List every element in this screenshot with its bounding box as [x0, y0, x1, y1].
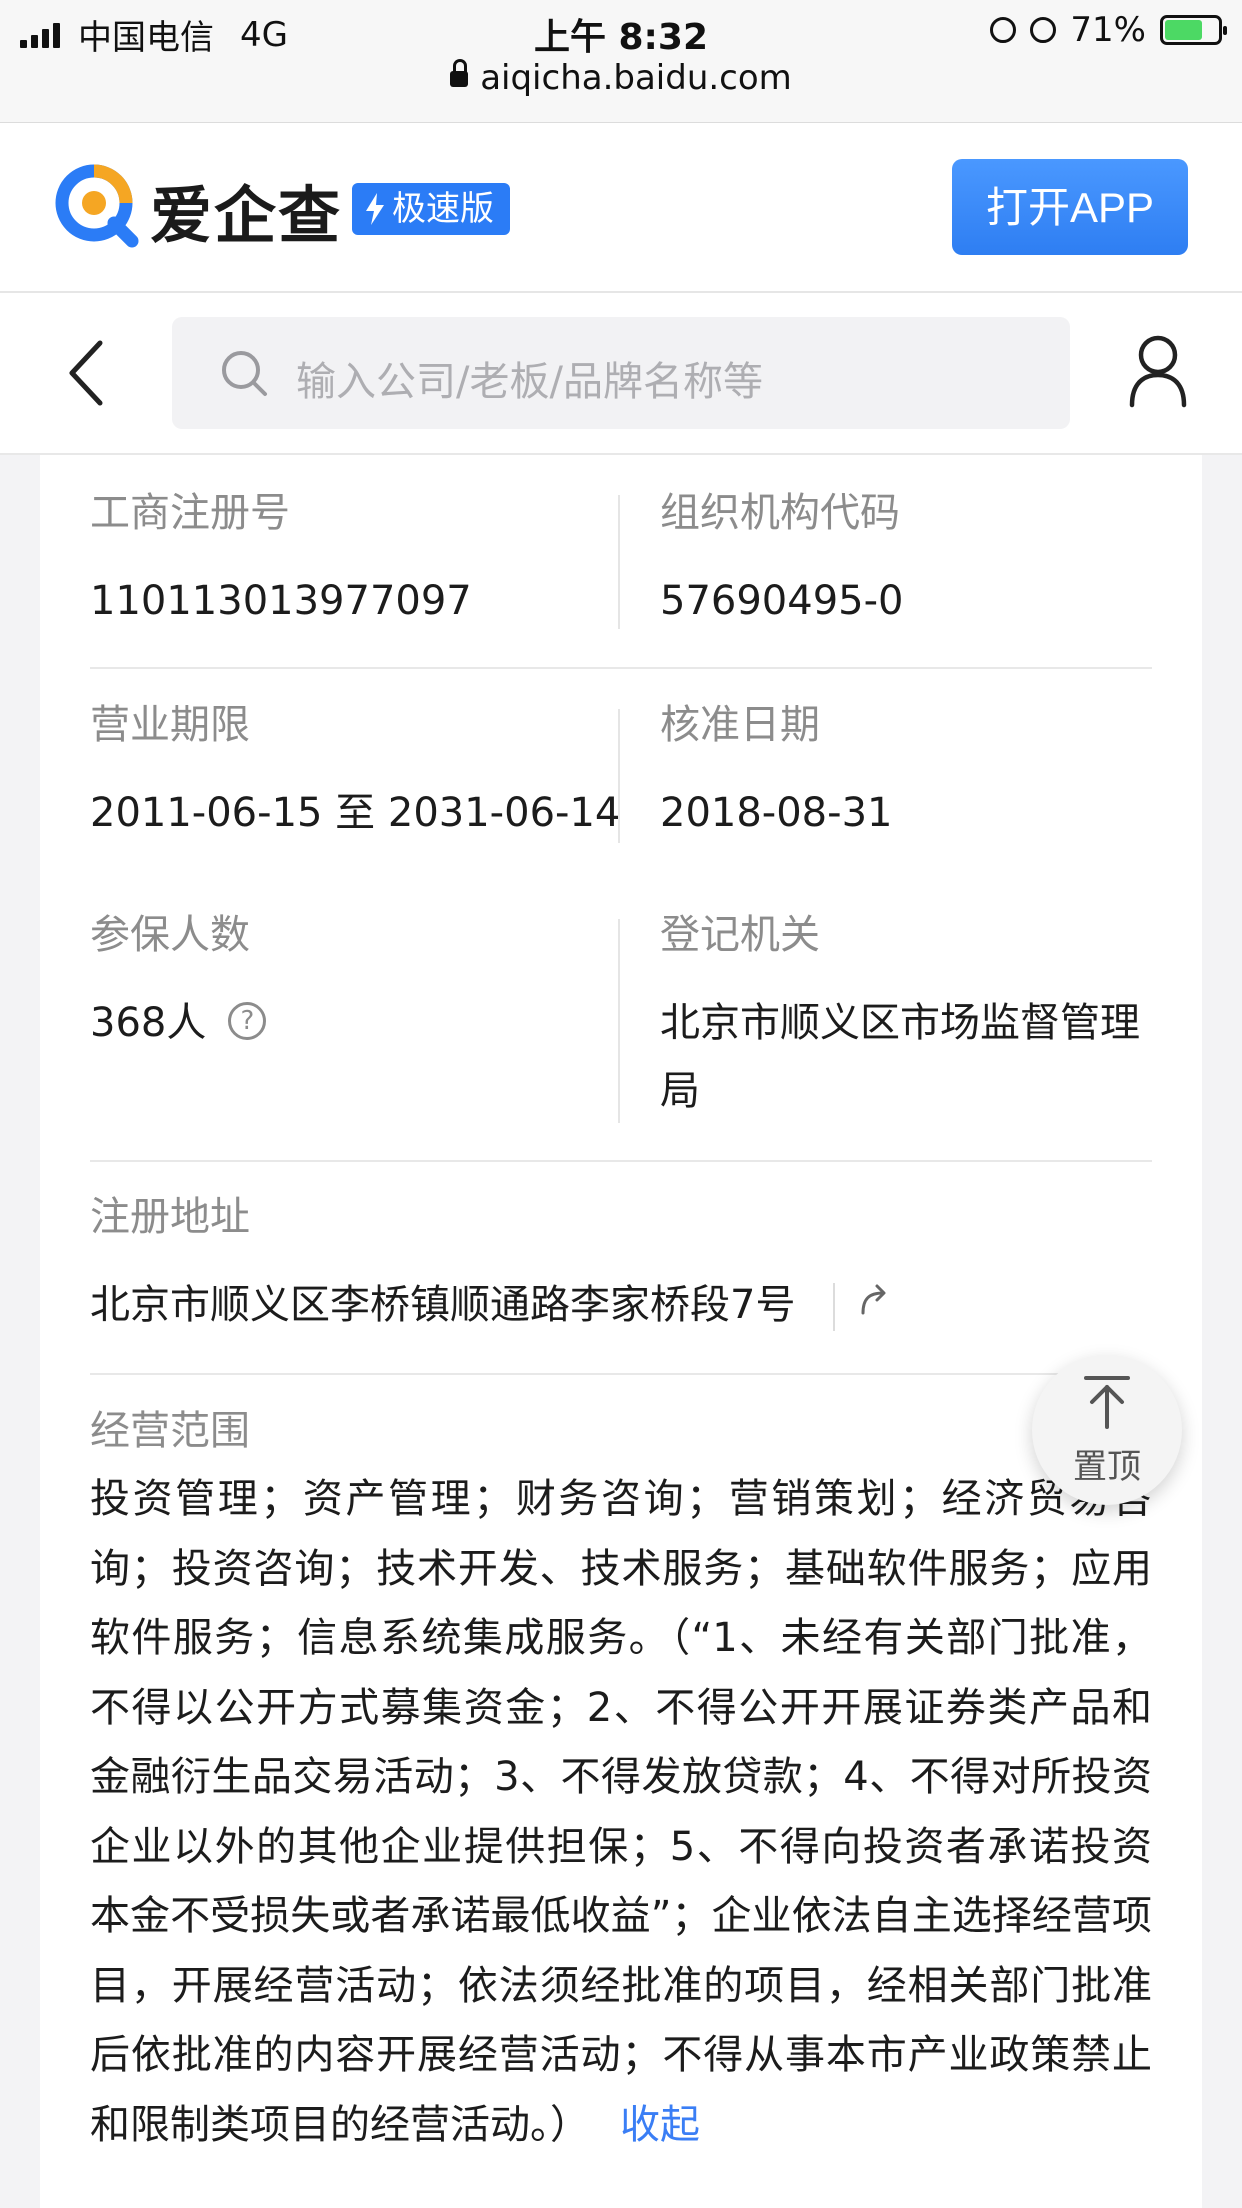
alarm-icon: [1030, 17, 1057, 43]
field-label: 参保人数: [90, 912, 250, 958]
address-value-line: 北京市顺义区李桥镇顺通路李家桥段7号: [90, 1271, 1152, 1339]
field-label: 核准日期: [660, 702, 820, 748]
speed-badge-label: 极速版: [392, 189, 494, 229]
field-value: 110113013977097: [90, 578, 472, 624]
speed-badge: 极速版: [352, 183, 510, 235]
field-value: 57690495-0: [660, 578, 904, 624]
url-bar[interactable]: aiqicha.baidu.com: [0, 58, 1242, 98]
battery-percent: 71%: [1070, 10, 1146, 50]
field-approve-date: 核准日期 2018-08-31: [660, 701, 892, 847]
logo-text: 爱企查: [150, 179, 343, 252]
app-header: 爱企查 极速版 打开APP: [0, 123, 1242, 293]
user-icon[interactable]: [1128, 333, 1188, 409]
field-value: 368人?: [90, 989, 267, 1057]
field-org-code: 组织机构代码 57690495-0: [660, 489, 903, 635]
scope-text: 投资管理；资产管理；财务咨询；营销策划；经济贸易咨询；投资咨询；技术开发、技术服…: [90, 1465, 1152, 2160]
back-arrow-icon[interactable]: [60, 337, 116, 409]
info-row-scope: 经营范围 投资管理；资产管理；财务咨询；营销策划；经济贸易咨询；投资咨询；技术开…: [90, 1407, 1152, 2160]
field-authority: 登记机关 北京市顺义区市场监督管理局: [660, 911, 1140, 1125]
open-app-button[interactable]: 打开APP: [952, 159, 1188, 255]
field-label: 工商注册号: [90, 490, 290, 536]
battery-fill: [1165, 20, 1202, 40]
field-label: 登记机关: [660, 912, 820, 958]
field-value: 北京市顺义区市场监督管理局: [660, 1000, 1140, 1114]
logo-icon: [55, 164, 139, 248]
share-icon[interactable]: [855, 1281, 891, 1317]
field-label: 经营范围: [90, 1408, 250, 1454]
field-label: 营业期限: [90, 702, 250, 748]
search-icon: [222, 351, 267, 396]
field-value: 2011-06-15 至 2031-06-14: [90, 790, 621, 836]
lightning-icon: [366, 193, 384, 225]
address-separator: [833, 1283, 836, 1331]
field-reg-no: 工商注册号 110113013977097: [90, 489, 472, 635]
status-bar: 中国电信 4G 上午 8:32 aiqicha.baidu.com 71%: [0, 0, 1242, 123]
rotation-lock-icon: [990, 17, 1017, 43]
url-text: aiqicha.baidu.com: [480, 58, 792, 98]
row-divider: [90, 667, 1152, 669]
lock-icon: [450, 59, 469, 87]
arrow-up-icon: [1084, 1376, 1130, 1429]
info-row-address: 注册地址 北京市顺义区李桥镇顺通路李家桥段7号: [90, 1193, 1152, 1339]
search-input[interactable]: 输入公司/老板/品牌名称等: [172, 317, 1070, 429]
row-divider: [90, 1373, 1152, 1375]
row-divider: [90, 1160, 1152, 1162]
status-right: 71%: [990, 10, 1227, 50]
search-placeholder: 输入公司/老板/品牌名称等: [296, 359, 763, 405]
collapse-link[interactable]: 收起: [620, 2102, 700, 2148]
back-to-top-button[interactable]: 置顶: [1032, 1355, 1182, 1505]
column-divider: [618, 919, 620, 1123]
field-insured: 参保人数 368人?: [90, 911, 267, 1057]
column-divider: [618, 495, 620, 629]
column-divider: [618, 709, 620, 843]
insured-count: 368人: [90, 1000, 207, 1046]
field-term: 营业期限 2011-06-15 至 2031-06-14: [90, 701, 620, 847]
scope-value: 投资管理；资产管理；财务咨询；营销策划；经济贸易咨询；投资咨询；技术开发、技术服…: [90, 1476, 1152, 2148]
field-label: 注册地址: [90, 1194, 250, 1240]
help-icon[interactable]: ?: [228, 1002, 267, 1040]
field-value: 2018-08-31: [660, 790, 893, 836]
company-info-card: 工商注册号 110113013977097 组织机构代码 57690495-0 …: [40, 455, 1202, 2208]
field-label: 组织机构代码: [660, 490, 900, 536]
search-bar: 输入公司/老板/品牌名称等: [0, 293, 1242, 455]
battery-icon: [1160, 15, 1227, 45]
back-to-top-label: 置顶: [1073, 1447, 1141, 1487]
address-value: 北京市顺义区李桥镇顺通路李家桥段7号: [90, 1282, 796, 1328]
